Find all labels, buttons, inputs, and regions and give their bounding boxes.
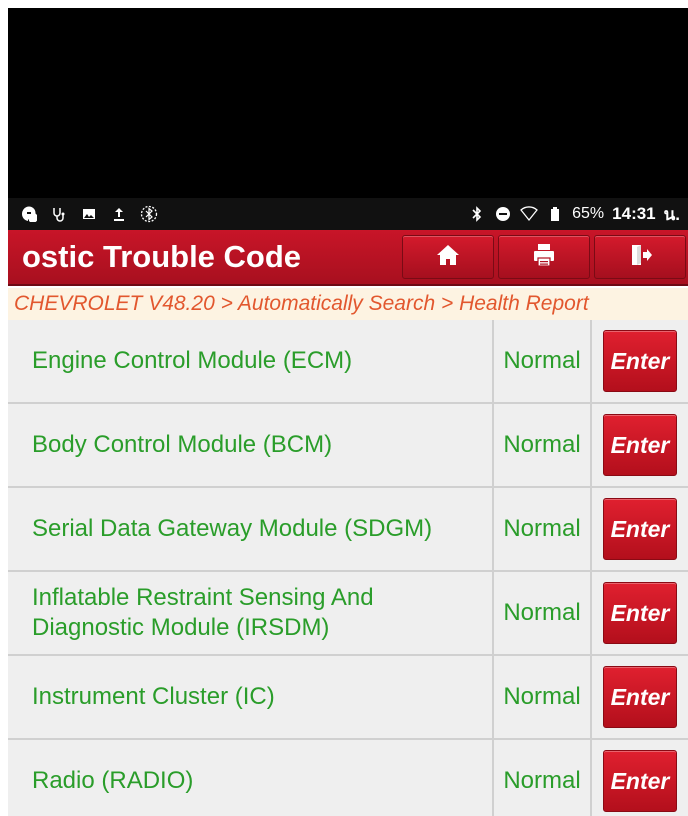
black-area	[8, 8, 688, 198]
battery-percent: 65%	[572, 205, 605, 222]
table-row: Inflatable Restraint Sensing And Diagnos…	[8, 572, 688, 656]
enter-button[interactable]: Enter	[603, 582, 677, 644]
table-row: Body Control Module (BCM) Normal Enter	[8, 404, 688, 488]
enter-button[interactable]: Enter	[603, 666, 677, 728]
enter-button[interactable]: Enter	[603, 498, 677, 560]
breadcrumb: CHEVROLET V48.20 > Automatically Search …	[8, 288, 688, 320]
module-list: Engine Control Module (ECM) Normal Enter…	[8, 320, 688, 816]
enter-button[interactable]: Enter	[603, 330, 677, 392]
module-name: Engine Control Module (ECM)	[8, 320, 494, 402]
clock-time: 14:31	[612, 204, 656, 223]
bluetooth-icon	[468, 205, 486, 223]
image-icon	[80, 205, 98, 223]
home-icon	[435, 242, 461, 273]
page-title: ostic Trouble Code	[22, 239, 302, 274]
exit-icon	[627, 242, 653, 273]
module-status: Normal	[494, 740, 592, 816]
module-status: Normal	[494, 572, 592, 654]
title-bar: ostic Trouble Code	[8, 230, 688, 286]
module-name: Instrument Cluster (IC)	[8, 656, 494, 738]
table-row: Instrument Cluster (IC) Normal Enter	[8, 656, 688, 740]
upload-icon	[110, 205, 128, 223]
print-button[interactable]	[498, 235, 590, 279]
action-cell: Enter	[592, 656, 688, 738]
wifi-icon	[520, 205, 539, 223]
bluetooth-circle-icon	[140, 205, 158, 223]
module-status: Normal	[494, 488, 592, 570]
module-name: Serial Data Gateway Module (SDGM)	[8, 488, 494, 570]
module-name: Body Control Module (BCM)	[8, 404, 494, 486]
module-status: Normal	[494, 404, 592, 486]
action-cell: Enter	[592, 740, 688, 816]
table-row: Radio (RADIO) Normal Enter	[8, 740, 688, 816]
status-bar: 65% 14:31 น.	[8, 198, 688, 230]
action-cell: Enter	[592, 488, 688, 570]
print-icon	[531, 242, 557, 273]
do-not-disturb-icon	[494, 205, 512, 223]
status-icons-left	[20, 205, 158, 223]
battery-icon	[546, 205, 564, 223]
action-cell: Enter	[592, 572, 688, 654]
enter-button[interactable]: Enter	[603, 750, 677, 812]
module-name: Inflatable Restraint Sensing And Diagnos…	[8, 572, 494, 654]
clock-suffix: น.	[663, 204, 680, 224]
action-cell: Enter	[592, 404, 688, 486]
table-row: Engine Control Module (ECM) Normal Enter	[8, 320, 688, 404]
stethoscope-icon	[50, 205, 68, 223]
chat-icon	[20, 205, 38, 223]
module-status: Normal	[494, 320, 592, 402]
enter-button[interactable]: Enter	[603, 414, 677, 476]
exit-button[interactable]	[594, 235, 686, 279]
status-icons-right: 65% 14:31 น.	[468, 201, 680, 228]
module-status: Normal	[494, 656, 592, 738]
home-button[interactable]	[402, 235, 494, 279]
module-name: Radio (RADIO)	[8, 740, 494, 816]
action-cell: Enter	[592, 320, 688, 402]
table-row: Serial Data Gateway Module (SDGM) Normal…	[8, 488, 688, 572]
